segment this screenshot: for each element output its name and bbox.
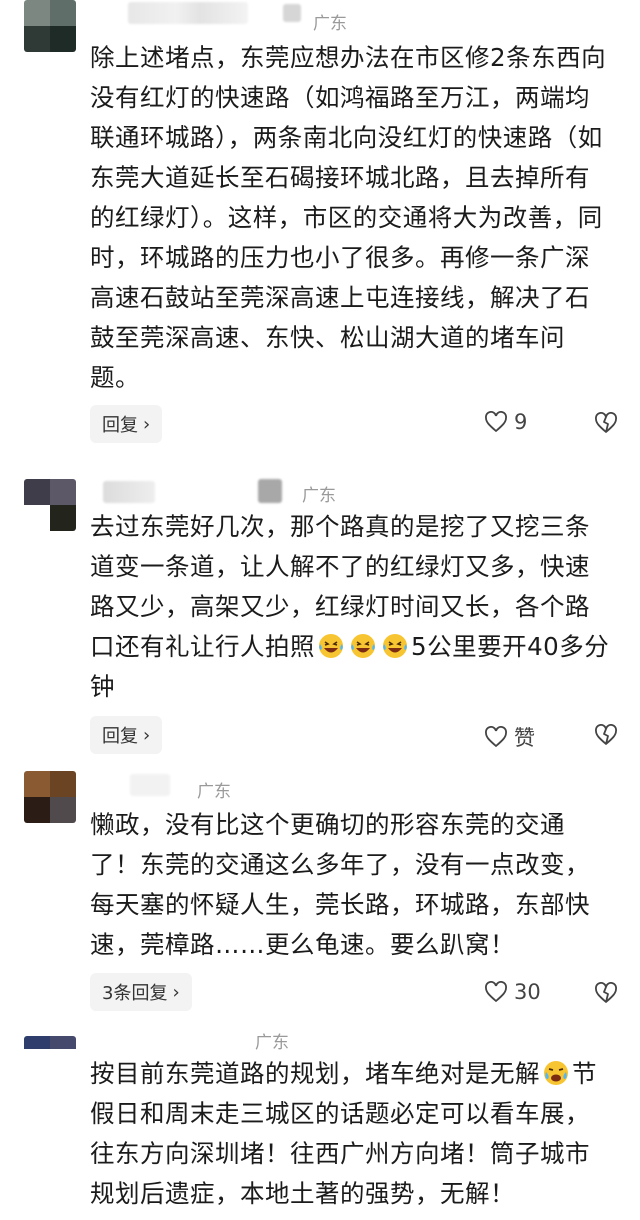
dislike-button[interactable] — [594, 982, 618, 1008]
badge-blurred — [283, 4, 301, 22]
like-count: 9 — [514, 410, 528, 434]
broken-heart-icon — [595, 724, 617, 745]
like-button[interactable]: 30 — [484, 980, 541, 1004]
broken-heart-icon — [595, 982, 617, 1003]
region-label: 广东 — [313, 14, 347, 34]
heart-outline-icon — [485, 726, 507, 748]
username-blurred[interactable] — [103, 481, 155, 503]
crying-laughing-emoji-icon — [544, 1061, 568, 1085]
avatar[interactable] — [24, 0, 76, 52]
reply-label: 回复 — [102, 726, 138, 747]
laughing-tears-emoji-icon — [383, 634, 407, 658]
comment-text: 去过东莞好几次，那个路真的是挖了又挖三条道变一条道，让人解不了的红绿灯又多，快速… — [90, 507, 610, 707]
like-button[interactable]: 9 — [484, 410, 527, 434]
reply-button[interactable]: 3条回复 › — [90, 973, 192, 1011]
reply-label: 回复 — [102, 415, 138, 436]
heart-outline-icon — [485, 411, 507, 433]
heart-outline-icon — [485, 981, 507, 1003]
dislike-button[interactable] — [594, 724, 618, 750]
region-label: 广东 — [197, 782, 231, 802]
reply-button[interactable]: 回复 › — [90, 405, 163, 443]
laughing-tears-emoji-icon — [319, 634, 343, 658]
avatar[interactable] — [24, 479, 76, 531]
reply-button[interactable]: 回复 › — [90, 716, 163, 754]
chevron-right-icon: › — [143, 724, 151, 746]
like-count: 30 — [514, 980, 541, 1004]
broken-heart-icon — [595, 412, 617, 433]
laughing-tears-emoji-icon — [351, 634, 375, 658]
avatar[interactable] — [24, 771, 76, 823]
comment-text-part: 按目前东莞道路的规划，堵车绝对是无解 — [90, 1059, 540, 1088]
username-blurred[interactable] — [130, 774, 170, 796]
badge-blurred — [258, 479, 282, 503]
region-label: 广东 — [255, 1033, 289, 1053]
like-button[interactable]: 赞 — [484, 722, 535, 752]
like-label: 赞 — [514, 726, 535, 750]
comment-text: 除上述堵点，东莞应想办法在市区修2条东西向没有红灯的快速路（如鸿福路至万江，两端… — [90, 43, 607, 392]
avatar[interactable] — [24, 1036, 76, 1062]
username-blurred[interactable] — [128, 2, 248, 24]
comment-text: 按目前东莞道路的规划，堵车绝对是无解 节假日和周末走三城区的话题必定可以看车展，往… — [90, 1054, 610, 1214]
reply-label: 3条回复 — [102, 983, 168, 1004]
chevron-right-icon: › — [143, 413, 151, 435]
comment-text: 懒政，没有比这个更确切的形容东莞的交通了！东莞的交通这么多年了，没有一点改变，每… — [90, 810, 590, 959]
region-label: 广东 — [302, 486, 336, 506]
chevron-right-icon: › — [172, 981, 180, 1003]
dislike-button[interactable] — [594, 412, 618, 438]
